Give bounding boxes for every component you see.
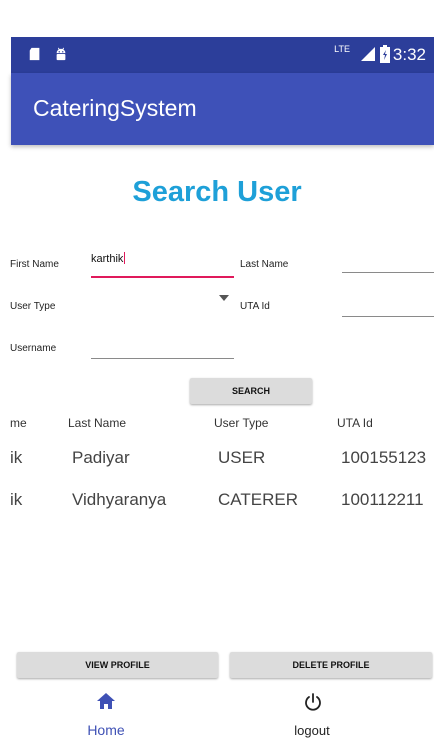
text-cursor bbox=[124, 252, 126, 264]
column-header-uta-id: UTA Id bbox=[337, 416, 373, 430]
user-type-dropdown[interactable] bbox=[91, 292, 234, 316]
nav-logout[interactable]: logout bbox=[212, 684, 412, 744]
cell-uta-id: 100155123 bbox=[341, 448, 427, 467]
first-name-field[interactable]: karthik bbox=[91, 252, 234, 278]
cell-user-type: CATERER bbox=[218, 490, 298, 509]
uta-id-label: UTA Id bbox=[240, 301, 270, 312]
clock: 3:32 bbox=[392, 45, 426, 64]
android-icon bbox=[56, 47, 66, 61]
table-row[interactable]: ik Vidhyaranya CATERER 100112211 bbox=[0, 480, 434, 520]
battery-icon bbox=[380, 45, 390, 63]
app-title: CateringSystem bbox=[33, 95, 197, 121]
app-bar: CateringSystem bbox=[11, 73, 434, 145]
cell-first-name: ik bbox=[10, 490, 23, 509]
dropdown-arrow-icon bbox=[219, 295, 229, 301]
cell-first-name: ik bbox=[10, 448, 23, 467]
last-name-field[interactable] bbox=[342, 248, 434, 273]
nav-home[interactable]: Home bbox=[6, 684, 206, 744]
view-profile-button[interactable]: VIEW PROFILE bbox=[17, 652, 218, 678]
status-bar: LTE 3:32 bbox=[11, 37, 434, 73]
username-label: Username bbox=[10, 343, 57, 354]
power-icon bbox=[305, 693, 321, 711]
nav-logout-label: logout bbox=[294, 723, 330, 738]
page-title: Search User bbox=[132, 176, 302, 208]
cell-last-name: Vidhyaranya bbox=[72, 490, 167, 509]
column-header-first-name: me bbox=[10, 416, 27, 430]
username-field[interactable] bbox=[91, 334, 234, 359]
uta-id-field[interactable] bbox=[342, 292, 434, 317]
cell-user-type: USER bbox=[218, 448, 266, 467]
first-name-label: First Name bbox=[10, 259, 59, 270]
first-name-value: karthik bbox=[91, 253, 124, 265]
network-type: LTE bbox=[334, 44, 350, 54]
cell-last-name: Padiyar bbox=[72, 448, 130, 467]
bottom-navigation: Home logout bbox=[0, 684, 434, 749]
user-type-label: User Type bbox=[10, 301, 56, 312]
search-button[interactable]: SEARCH bbox=[190, 378, 312, 404]
column-header-user-type: User Type bbox=[214, 416, 269, 430]
last-name-label: Last Name bbox=[240, 259, 289, 270]
cell-uta-id: 100112211 bbox=[341, 490, 424, 509]
home-icon bbox=[97, 693, 115, 709]
column-header-last-name: Last Name bbox=[68, 416, 127, 430]
delete-profile-button[interactable]: DELETE PROFILE bbox=[230, 652, 432, 678]
signal-icon bbox=[361, 47, 375, 61]
nav-home-label: Home bbox=[87, 722, 125, 738]
table-row[interactable]: ik Padiyar USER 100155123 bbox=[0, 438, 434, 478]
sd-card-icon bbox=[29, 47, 40, 61]
